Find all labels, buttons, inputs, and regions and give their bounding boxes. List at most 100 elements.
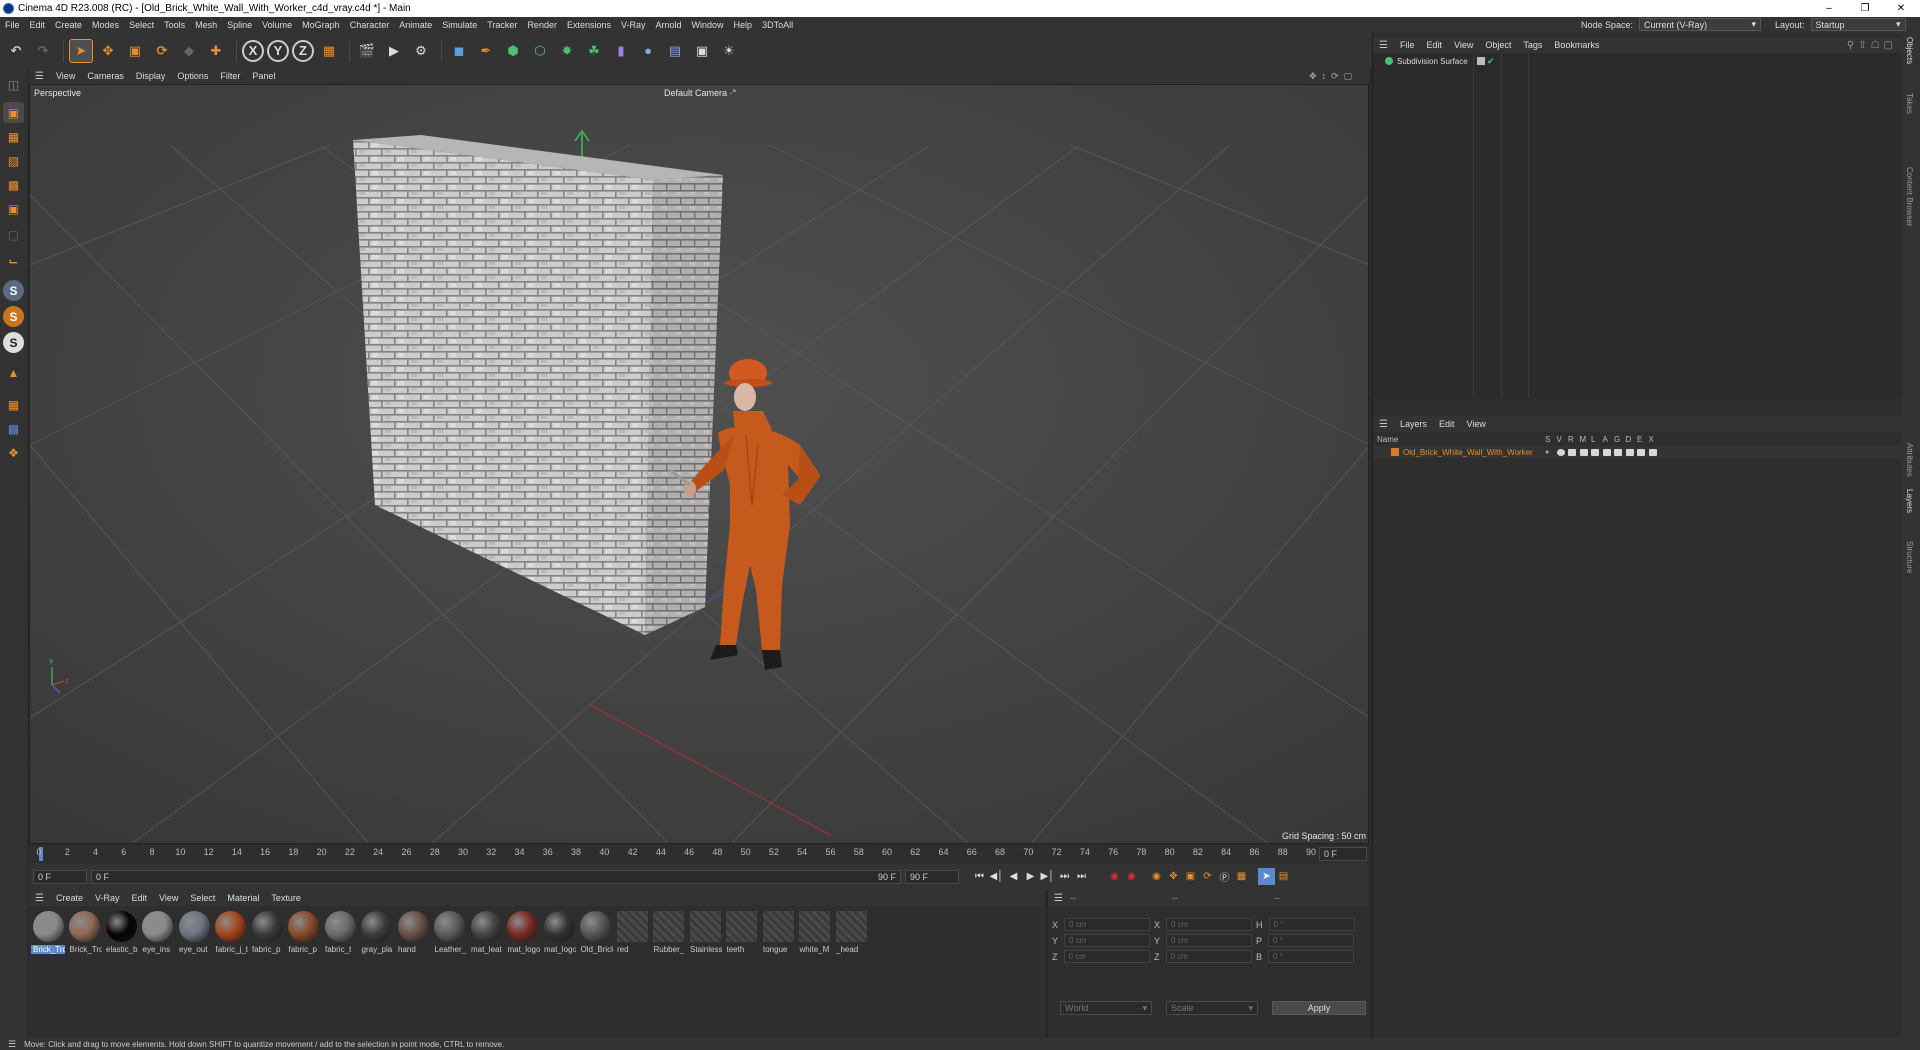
viewport-menu-view[interactable]: View [50,71,81,81]
motion-system-icon[interactable]: ➤ [1258,868,1275,885]
object-menu-bookmarks[interactable]: Bookmarks [1548,40,1605,50]
menu-volume[interactable]: Volume [257,20,297,30]
menu-file[interactable]: File [0,20,25,30]
menu-simulate[interactable]: Simulate [437,20,482,30]
play-icon[interactable]: ▶ [1022,868,1039,885]
close-button[interactable]: ✕ [1884,0,1918,17]
material-menu-select[interactable]: Select [184,893,221,903]
coordinate-value-field[interactable]: 0 cm [1064,934,1151,947]
menu-v-ray[interactable]: V-Ray [616,20,651,30]
menu-spline[interactable]: Spline [222,20,257,30]
cloner-icon[interactable]: ✸ [555,39,579,63]
coordinate-system-icon[interactable]: ▦ [317,39,341,63]
solo-icon[interactable]: S [3,306,24,327]
viewport-navigation-icons[interactable]: ✥↕⟳▢ [1309,71,1357,82]
menu-window[interactable]: Window [687,20,729,30]
go-to-end-icon[interactable]: ⏭ [1073,868,1090,885]
visibility-tag-icon[interactable] [1477,57,1485,65]
viewport-camera-label[interactable]: Default Camera ·° [664,88,736,98]
locked-workplane-icon[interactable]: ❖ [3,442,24,463]
restore-button[interactable]: ❐ [1848,0,1882,17]
current-frame-field[interactable]: 0 F [1319,847,1367,861]
render-settings-icon[interactable]: ⚙ [409,39,433,63]
material-menu-create[interactable]: Create [50,893,89,903]
material-swatch[interactable]: Stainless [688,910,722,958]
side-tab-layers[interactable]: Layers [1905,489,1914,513]
menu-animate[interactable]: Animate [394,20,437,30]
minimize-button[interactable]: – [1812,0,1846,17]
field-object-icon[interactable]: ● [636,39,660,63]
polygons-mode-icon[interactable]: ▣ [3,198,24,219]
material-swatch[interactable]: mat_logo [506,910,540,958]
transform-tool-icon[interactable]: ◆ [177,39,201,63]
material-swatch[interactable]: mat_leat [469,910,503,958]
layer-menu-view[interactable]: View [1461,419,1492,429]
object-menu-tags[interactable]: Tags [1517,40,1548,50]
viewport-menu-filter[interactable]: Filter [214,71,246,81]
make-editable-icon[interactable]: ◫ [3,74,24,95]
material-swatch[interactable]: Brick_Tro [31,910,65,958]
material-swatch[interactable]: eye_out [177,910,211,958]
layer-lock-icon[interactable] [1591,448,1599,456]
layer-deformer-icon[interactable] [1625,448,1634,456]
move-tool-icon[interactable]: ✥ [96,39,120,63]
viewport-menu-cameras[interactable]: Cameras [81,71,130,81]
timeline-ruler[interactable]: 0 2 4 6 8 10 12 14 16 18 20 22 24 26 28 30 32 34 36 38 40 42 4… [29,845,1369,863]
coordinate-mode-dropdown[interactable]: World ▾ [1060,1001,1152,1015]
floor-environment-icon[interactable]: ▤ [663,39,687,63]
layer-solo-icon[interactable]: ● [1545,449,1553,456]
render-view-icon[interactable]: 🎬 [355,39,379,63]
key-rotation-icon[interactable]: ⟳ [1199,868,1216,885]
layer-menu-edit[interactable]: Edit [1433,419,1461,429]
snap-icon[interactable]: S [3,280,24,301]
menu-create[interactable]: Create [50,20,87,30]
object-menu-object[interactable]: Object [1479,40,1517,50]
auto-key-icon[interactable]: ◉ [1123,868,1140,885]
side-tab-takes[interactable]: Takes [1905,93,1914,114]
points-mode-icon[interactable]: ▨ [3,150,24,171]
menu-arnold[interactable]: Arnold [651,20,687,30]
render-picture-viewer-icon[interactable]: ▶ [382,39,406,63]
scale-tool-icon[interactable]: ▣ [123,39,147,63]
coordinate-value-field[interactable]: 0 ° [1268,934,1355,947]
material-menu-v-ray[interactable]: V-Ray [89,893,126,903]
layer-xref-icon[interactable] [1648,448,1657,456]
subdivision-surface-icon[interactable]: ⬢ [501,39,525,63]
axis-mode-icon[interactable]: ⌙ [3,250,24,271]
hamburger-icon[interactable]: ☰ [0,1039,24,1050]
uv-mode-icon[interactable]: ▢ [3,224,24,245]
material-swatch[interactable]: Leather_ [433,910,467,958]
workplane-icon[interactable]: ▲ [3,362,24,383]
extrude-generator-icon[interactable]: ⬡ [528,39,552,63]
material-swatch[interactable]: fabric_p [250,910,284,958]
layout-dropdown[interactable]: Startup ▾ [1810,18,1906,31]
menu-render[interactable]: Render [522,20,562,30]
key-pla-icon[interactable]: ▦ [1233,868,1250,885]
layer-animation-icon[interactable] [1602,448,1611,456]
material-swatch[interactable]: gray_pla [360,910,394,958]
step-forward-icon[interactable]: ▶│ [1039,868,1056,885]
material-swatch[interactable]: tongue [761,910,795,958]
start-frame-field[interactable]: 0 F [33,869,87,884]
frame-range-slider[interactable]: 0 F 90 F [91,869,901,884]
menu-extensions[interactable]: Extensions [562,20,616,30]
menu-mograph[interactable]: MoGraph [297,20,345,30]
go-to-start-icon[interactable]: ⏮ [971,868,988,885]
material-menu-edit[interactable]: Edit [126,893,154,903]
enabled-check-icon[interactable]: ✔ [1487,56,1495,67]
side-tab-structure[interactable]: Structure [1905,541,1914,573]
selection-tool-icon[interactable]: ➤ [69,38,93,63]
material-swatch[interactable]: Brick_Tro [68,910,102,958]
camera-icon[interactable]: ▣ [690,39,714,63]
coordinate-value-field[interactable]: 0 ° [1268,918,1355,931]
object-row[interactable]: Subdivision Surface ✔ [1373,55,1903,67]
next-key-icon[interactable]: ⏭ [1056,868,1073,885]
menu-mesh[interactable]: Mesh [190,20,222,30]
light-icon[interactable]: ☀ [717,39,741,63]
material-swatch[interactable]: eye_ins [141,910,175,958]
undo-icon[interactable]: ↶ [4,39,28,63]
side-tab-content-browser[interactable]: Content Browser [1905,167,1914,227]
coordinate-value-field[interactable]: 0 cm [1165,950,1252,963]
hamburger-icon[interactable]: ☰ [29,71,50,82]
side-tab-objects[interactable]: Objects [1905,37,1914,64]
